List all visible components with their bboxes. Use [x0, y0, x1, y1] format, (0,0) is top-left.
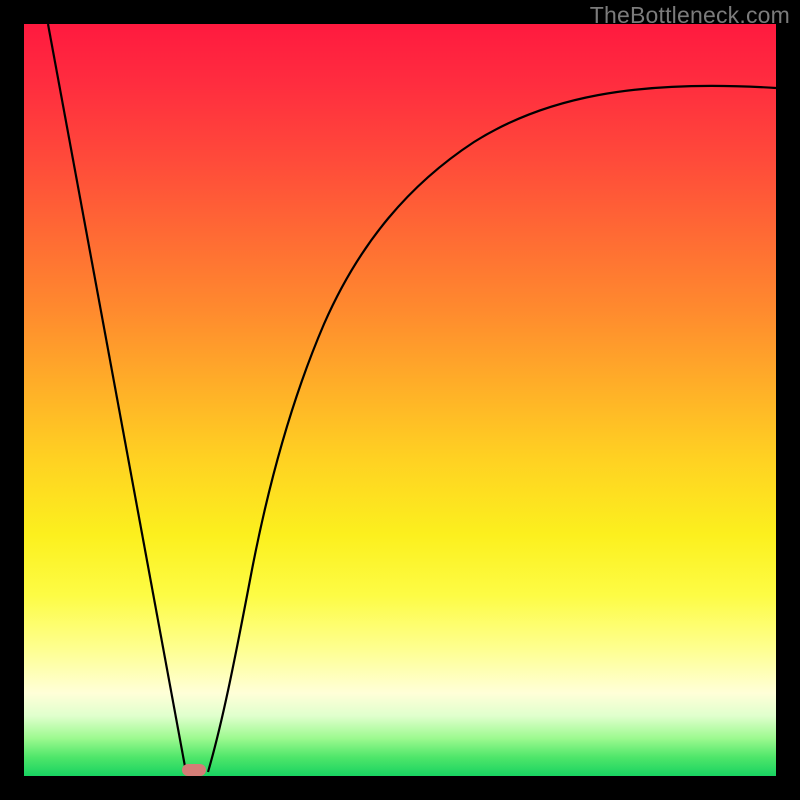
curve-left-line [48, 24, 186, 772]
curve-right-arc [208, 86, 776, 772]
bottleneck-curve [24, 24, 776, 776]
optimal-marker [182, 764, 206, 776]
plot-area [24, 24, 776, 776]
chart-frame: TheBottleneck.com [0, 0, 800, 800]
watermark-text: TheBottleneck.com [590, 2, 790, 29]
